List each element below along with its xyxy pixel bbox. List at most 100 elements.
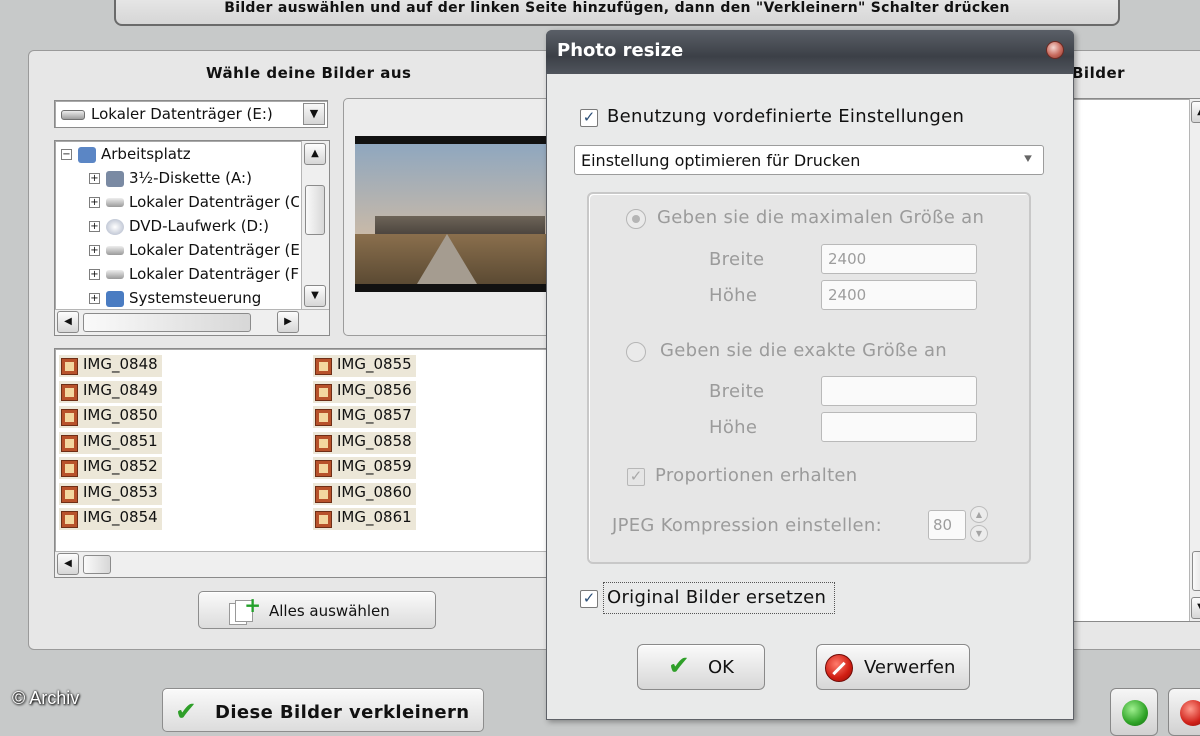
max-height-label: Höhe: [709, 285, 758, 306]
exact-size-radio[interactable]: [626, 342, 646, 362]
spin-down-icon[interactable]: ▼: [970, 525, 988, 542]
tree-vertical-scrollbar[interactable]: ▲ ▼: [301, 141, 329, 309]
scroll-down-icon[interactable]: ▼: [304, 285, 326, 307]
tree-item-drive-e[interactable]: + Lokaler Datenträger (E:): [89, 241, 299, 265]
tree-item-label: Systemsteuerung: [129, 289, 262, 307]
folder-tree: − Arbeitsplatz +3½-Diskette (A:) + Lokaler…: [54, 140, 330, 336]
replace-originals-checkbox[interactable]: ✓: [580, 590, 598, 608]
tree-horizontal-scrollbar[interactable]: ◀ ▶: [55, 309, 329, 335]
list-item[interactable]: IMG_0854: [59, 508, 162, 530]
dvd-icon: [106, 218, 124, 235]
max-width-label: Breite: [709, 249, 765, 270]
list-item[interactable]: IMG_0852: [59, 457, 162, 479]
jpeg-compression-input[interactable]: 80: [928, 510, 966, 540]
scroll-thumb[interactable]: [305, 185, 325, 235]
scroll-left-icon[interactable]: ◀: [57, 553, 79, 575]
spin-up-icon[interactable]: ▲: [970, 506, 988, 523]
tree-item-drive-c[interactable]: + Lokaler Datenträger (C:): [89, 193, 299, 217]
max-height-field[interactable]: 2400: [821, 280, 977, 310]
close-icon[interactable]: [1046, 41, 1064, 59]
replace-originals-label: Original Bilder ersetzen: [607, 587, 827, 608]
chevron-down-icon[interactable]: ⯆: [1019, 152, 1037, 168]
list-item[interactable]: IMG_0848: [59, 355, 162, 377]
cancel-label: Verwerfen: [864, 657, 956, 678]
image-file-icon: [61, 486, 78, 503]
list-item[interactable]: IMG_0857: [313, 406, 416, 428]
tree-item-drive-f[interactable]: + Lokaler Datenträger (F:): [89, 265, 299, 289]
expand-icon[interactable]: +: [89, 197, 100, 208]
scroll-down-icon[interactable]: ▼: [1191, 597, 1200, 619]
image-file-icon: [61, 435, 78, 452]
image-file-icon: [61, 409, 78, 426]
image-file-icon: [315, 486, 332, 503]
expand-icon[interactable]: +: [89, 221, 100, 232]
tree-item-label: Lokaler Datenträger (F:): [129, 265, 299, 283]
file-name: IMG_0851: [83, 432, 158, 450]
list-item[interactable]: IMG_0850: [59, 406, 162, 428]
expand-icon[interactable]: +: [89, 269, 100, 280]
scroll-up-icon[interactable]: ▲: [304, 143, 326, 165]
checkmark-icon: ✔: [175, 697, 198, 727]
list-item[interactable]: IMG_0856: [313, 381, 416, 403]
list-item[interactable]: IMG_0849: [59, 381, 162, 403]
collapse-icon[interactable]: −: [61, 149, 72, 160]
exit-button[interactable]: [1168, 688, 1200, 736]
scroll-thumb[interactable]: [1192, 551, 1200, 591]
file-name: IMG_0855: [337, 355, 412, 373]
chevron-down-icon[interactable]: ▼: [303, 103, 325, 125]
ok-button[interactable]: ✔ OK: [637, 644, 765, 690]
keep-proportions-checkbox[interactable]: ✓: [627, 468, 645, 486]
select-all-button[interactable]: + Alles auswählen: [198, 591, 436, 629]
max-width-field[interactable]: 2400: [821, 244, 977, 274]
drive-icon: [106, 270, 124, 279]
expand-icon[interactable]: +: [89, 293, 100, 304]
selected-images-list: ▲ ▼: [1072, 98, 1200, 622]
drive-icon: [106, 246, 124, 255]
tree-item-label: Lokaler Datenträger (E:): [129, 241, 299, 259]
power-icon: [1180, 700, 1200, 726]
tree-item-floppy[interactable]: +3½-Diskette (A:): [89, 169, 299, 193]
scroll-thumb[interactable]: [83, 313, 251, 332]
exact-height-field[interactable]: [821, 412, 977, 442]
file-list: IMG_0848 IMG_0849 IMG_0850 IMG_0851 IMG_…: [54, 348, 574, 578]
list-item[interactable]: IMG_0860: [313, 483, 416, 505]
list-item[interactable]: IMG_0858: [313, 432, 416, 454]
next-button[interactable]: [1110, 688, 1158, 736]
cancel-button[interactable]: Verwerfen: [816, 644, 970, 690]
drive-icon: [106, 198, 124, 207]
use-presets-checkbox[interactable]: ✓: [580, 109, 598, 127]
preset-select-value: Einstellung optimieren für Drucken: [581, 151, 861, 170]
drive-select[interactable]: Lokaler Datenträger (E:) ▼: [54, 100, 328, 128]
right-list-scrollbar[interactable]: ▲ ▼: [1189, 99, 1200, 621]
tree-item-dvd[interactable]: + DVD-Laufwerk (D:): [89, 217, 299, 241]
ok-label: OK: [708, 657, 734, 678]
dialog-titlebar[interactable]: Photo resize: [546, 30, 1074, 74]
list-item[interactable]: IMG_0861: [313, 508, 416, 530]
scroll-thumb[interactable]: [83, 555, 111, 574]
image-file-icon: [61, 358, 78, 375]
list-item[interactable]: IMG_0851: [59, 432, 162, 454]
tree-item-label: Arbeitsplatz: [101, 145, 191, 163]
shrink-images-button[interactable]: ✔ Diese Bilder verkleinern: [162, 688, 484, 732]
list-item[interactable]: IMG_0859: [313, 457, 416, 479]
tree-item-arbeitsplatz[interactable]: − Arbeitsplatz: [61, 145, 301, 169]
image-file-icon: [61, 384, 78, 401]
file-name: IMG_0858: [337, 432, 412, 450]
scroll-right-icon[interactable]: ▶: [277, 311, 299, 333]
scroll-left-icon[interactable]: ◀: [57, 311, 79, 333]
drive-icon: [61, 109, 85, 120]
dialog-title: Photo resize: [557, 40, 684, 61]
expand-icon[interactable]: +: [89, 245, 100, 256]
tree-item-label: Lokaler Datenträger (C:): [129, 193, 299, 211]
image-file-icon: [61, 460, 78, 477]
list-item[interactable]: IMG_0853: [59, 483, 162, 505]
expand-icon[interactable]: +: [89, 173, 100, 184]
preset-select[interactable]: Einstellung optimieren für Drucken ⯆: [574, 145, 1044, 175]
list-item[interactable]: IMG_0855: [313, 355, 416, 377]
checkmark-icon: ✔: [668, 651, 690, 681]
exact-width-field[interactable]: [821, 376, 977, 406]
max-size-radio[interactable]: [626, 209, 646, 229]
scroll-up-icon[interactable]: ▲: [1191, 101, 1200, 123]
file-list-horizontal-scrollbar[interactable]: ◀: [55, 551, 573, 577]
exact-height-label: Höhe: [709, 417, 758, 438]
